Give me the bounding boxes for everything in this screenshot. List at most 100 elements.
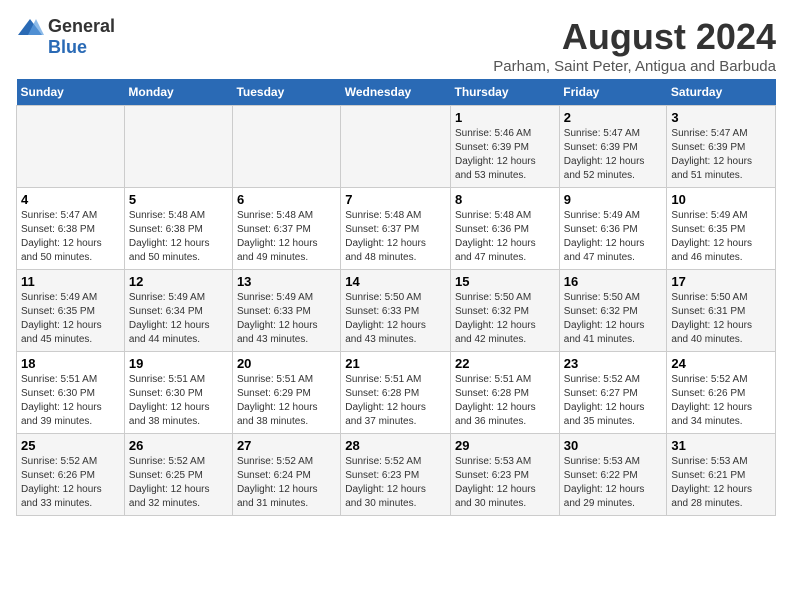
day-number: 31 [671,438,771,453]
calendar-week-row: 1Sunrise: 5:46 AM Sunset: 6:39 PM Daylig… [17,106,776,188]
calendar-day-cell: 27Sunrise: 5:52 AM Sunset: 6:24 PM Dayli… [232,434,340,516]
day-info: Sunrise: 5:52 AM Sunset: 6:23 PM Dayligh… [345,455,446,511]
page-header: General Blue August 2024 Parham, Saint P… [16,16,776,75]
day-number: 30 [564,438,663,453]
logo-icon [16,17,44,37]
weekday-header-sunday: Sunday [17,79,125,106]
day-number: 4 [21,192,120,207]
day-number: 28 [345,438,446,453]
day-info: Sunrise: 5:52 AM Sunset: 6:26 PM Dayligh… [21,455,120,511]
day-info: Sunrise: 5:53 AM Sunset: 6:23 PM Dayligh… [455,455,555,511]
calendar-day-cell: 11 Sunrise: 5:49 AM Sunset: 6:35 PM Dayli… [17,270,125,352]
day-info: Sunrise: 5:51 AM Sunset: 6:28 PM Dayligh… [455,373,555,429]
empty-cell [232,106,340,188]
day-info: Sunrise: 5:51 AM Sunset: 6:30 PM Dayligh… [129,373,228,429]
empty-cell [17,106,125,188]
month-title: August 2024 [493,16,776,58]
weekday-header-saturday: Saturday [667,79,776,106]
day-info: Sunrise: 5:50 AM Sunset: 6:32 PM Dayligh… [564,291,663,347]
day-info: Sunrise: 5:48 AM Sunset: 6:37 PM Dayligh… [237,209,336,265]
calendar-day-cell: 25 Sunrise: 5:52 AM Sunset: 6:26 PM Dayli… [17,434,125,516]
location-title: Parham, Saint Peter, Antigua and Barbuda [493,58,776,75]
day-info: Sunrise: 5:49 AM Sunset: 6:33 PM Dayligh… [237,291,336,347]
day-number: 23 [564,356,663,371]
calendar-day-cell: 19 Sunrise: 5:51 AM Sunset: 6:30 PM Dayli… [124,352,232,434]
day-info: Sunrise: 5:49 AM Sunset: 6:36 PM Dayligh… [564,209,663,265]
calendar-day-cell: 26 Sunrise: 5:52 AM Sunset: 6:25 PM Dayli… [124,434,232,516]
day-number: 29 [455,438,555,453]
day-number: 3 [671,110,771,125]
calendar-day-cell: 21Sunrise: 5:51 AM Sunset: 6:28 PM Dayli… [341,352,451,434]
day-info: Sunrise: 5:51 AM Sunset: 6:29 PM Dayligh… [237,373,336,429]
calendar-day-cell: 13Sunrise: 5:49 AM Sunset: 6:33 PM Dayli… [232,270,340,352]
day-number: 8 [455,192,555,207]
empty-cell [124,106,232,188]
weekday-header-monday: Monday [124,79,232,106]
day-number: 21 [345,356,446,371]
weekday-header-wednesday: Wednesday [341,79,451,106]
day-number: 2 [564,110,663,125]
day-info: Sunrise: 5:53 AM Sunset: 6:22 PM Dayligh… [564,455,663,511]
day-info: Sunrise: 5:52 AM Sunset: 6:24 PM Dayligh… [237,455,336,511]
day-number: 9 [564,192,663,207]
calendar-day-cell: 30 Sunrise: 5:53 AM Sunset: 6:22 PM Dayli… [559,434,667,516]
empty-cell [341,106,451,188]
day-info: Sunrise: 5:53 AM Sunset: 6:21 PM Dayligh… [671,455,771,511]
calendar-day-cell: 17Sunrise: 5:50 AM Sunset: 6:31 PM Dayli… [667,270,776,352]
day-number: 12 [129,274,228,289]
calendar-day-cell: 8 Sunrise: 5:48 AM Sunset: 6:36 PM Daylig… [451,188,560,270]
logo: General Blue [16,16,115,58]
day-info: Sunrise: 5:48 AM Sunset: 6:38 PM Dayligh… [129,209,228,265]
day-number: 25 [21,438,120,453]
calendar-day-cell: 3 Sunrise: 5:47 AM Sunset: 6:39 PM Daylig… [667,106,776,188]
day-number: 18 [21,356,120,371]
day-info: Sunrise: 5:48 AM Sunset: 6:36 PM Dayligh… [455,209,555,265]
calendar-week-row: 4 Sunrise: 5:47 AM Sunset: 6:38 PM Daylig… [17,188,776,270]
day-number: 6 [237,192,336,207]
weekday-header-tuesday: Tuesday [232,79,340,106]
day-info: Sunrise: 5:50 AM Sunset: 6:33 PM Dayligh… [345,291,446,347]
day-info: Sunrise: 5:50 AM Sunset: 6:32 PM Dayligh… [455,291,555,347]
day-number: 7 [345,192,446,207]
day-number: 10 [671,192,771,207]
day-info: Sunrise: 5:52 AM Sunset: 6:27 PM Dayligh… [564,373,663,429]
day-info: Sunrise: 5:52 AM Sunset: 6:26 PM Dayligh… [671,373,771,429]
day-number: 11 [21,274,120,289]
day-number: 19 [129,356,228,371]
weekday-header-row: SundayMondayTuesdayWednesdayThursdayFrid… [17,79,776,106]
calendar-day-cell: 31 Sunrise: 5:53 AM Sunset: 6:21 PM Dayli… [667,434,776,516]
calendar-day-cell: 6 Sunrise: 5:48 AM Sunset: 6:37 PM Daylig… [232,188,340,270]
day-info: Sunrise: 5:48 AM Sunset: 6:37 PM Dayligh… [345,209,446,265]
calendar-day-cell: 9 Sunrise: 5:49 AM Sunset: 6:36 PM Daylig… [559,188,667,270]
day-number: 16 [564,274,663,289]
day-number: 20 [237,356,336,371]
calendar-week-row: 11 Sunrise: 5:49 AM Sunset: 6:35 PM Dayli… [17,270,776,352]
calendar-day-cell: 5Sunrise: 5:48 AM Sunset: 6:38 PM Daylig… [124,188,232,270]
day-number: 24 [671,356,771,371]
day-info: Sunrise: 5:47 AM Sunset: 6:39 PM Dayligh… [564,127,663,183]
day-info: Sunrise: 5:47 AM Sunset: 6:39 PM Dayligh… [671,127,771,183]
calendar-day-cell: 10Sunrise: 5:49 AM Sunset: 6:35 PM Dayli… [667,188,776,270]
calendar-day-cell: 28 Sunrise: 5:52 AM Sunset: 6:23 PM Dayli… [341,434,451,516]
calendar-week-row: 18 Sunrise: 5:51 AM Sunset: 6:30 PM Dayli… [17,352,776,434]
calendar-day-cell: 20 Sunrise: 5:51 AM Sunset: 6:29 PM Dayli… [232,352,340,434]
calendar-day-cell: 2 Sunrise: 5:47 AM Sunset: 6:39 PM Daylig… [559,106,667,188]
calendar-week-row: 25 Sunrise: 5:52 AM Sunset: 6:26 PM Dayli… [17,434,776,516]
calendar-day-cell: 1Sunrise: 5:46 AM Sunset: 6:39 PM Daylig… [451,106,560,188]
day-info: Sunrise: 5:49 AM Sunset: 6:34 PM Dayligh… [129,291,228,347]
calendar-day-cell: 22 Sunrise: 5:51 AM Sunset: 6:28 PM Dayli… [451,352,560,434]
day-info: Sunrise: 5:47 AM Sunset: 6:38 PM Dayligh… [21,209,120,265]
day-info: Sunrise: 5:52 AM Sunset: 6:25 PM Dayligh… [129,455,228,511]
day-info: Sunrise: 5:50 AM Sunset: 6:31 PM Dayligh… [671,291,771,347]
logo-blue: Blue [48,37,87,58]
day-number: 22 [455,356,555,371]
day-number: 15 [455,274,555,289]
calendar-day-cell: 24 Sunrise: 5:52 AM Sunset: 6:26 PM Dayli… [667,352,776,434]
calendar-day-cell: 15 Sunrise: 5:50 AM Sunset: 6:32 PM Dayli… [451,270,560,352]
day-number: 14 [345,274,446,289]
weekday-header-friday: Friday [559,79,667,106]
day-info: Sunrise: 5:49 AM Sunset: 6:35 PM Dayligh… [21,291,120,347]
calendar-day-cell: 14 Sunrise: 5:50 AM Sunset: 6:33 PM Dayli… [341,270,451,352]
day-number: 26 [129,438,228,453]
calendar-table: SundayMondayTuesdayWednesdayThursdayFrid… [16,79,776,516]
